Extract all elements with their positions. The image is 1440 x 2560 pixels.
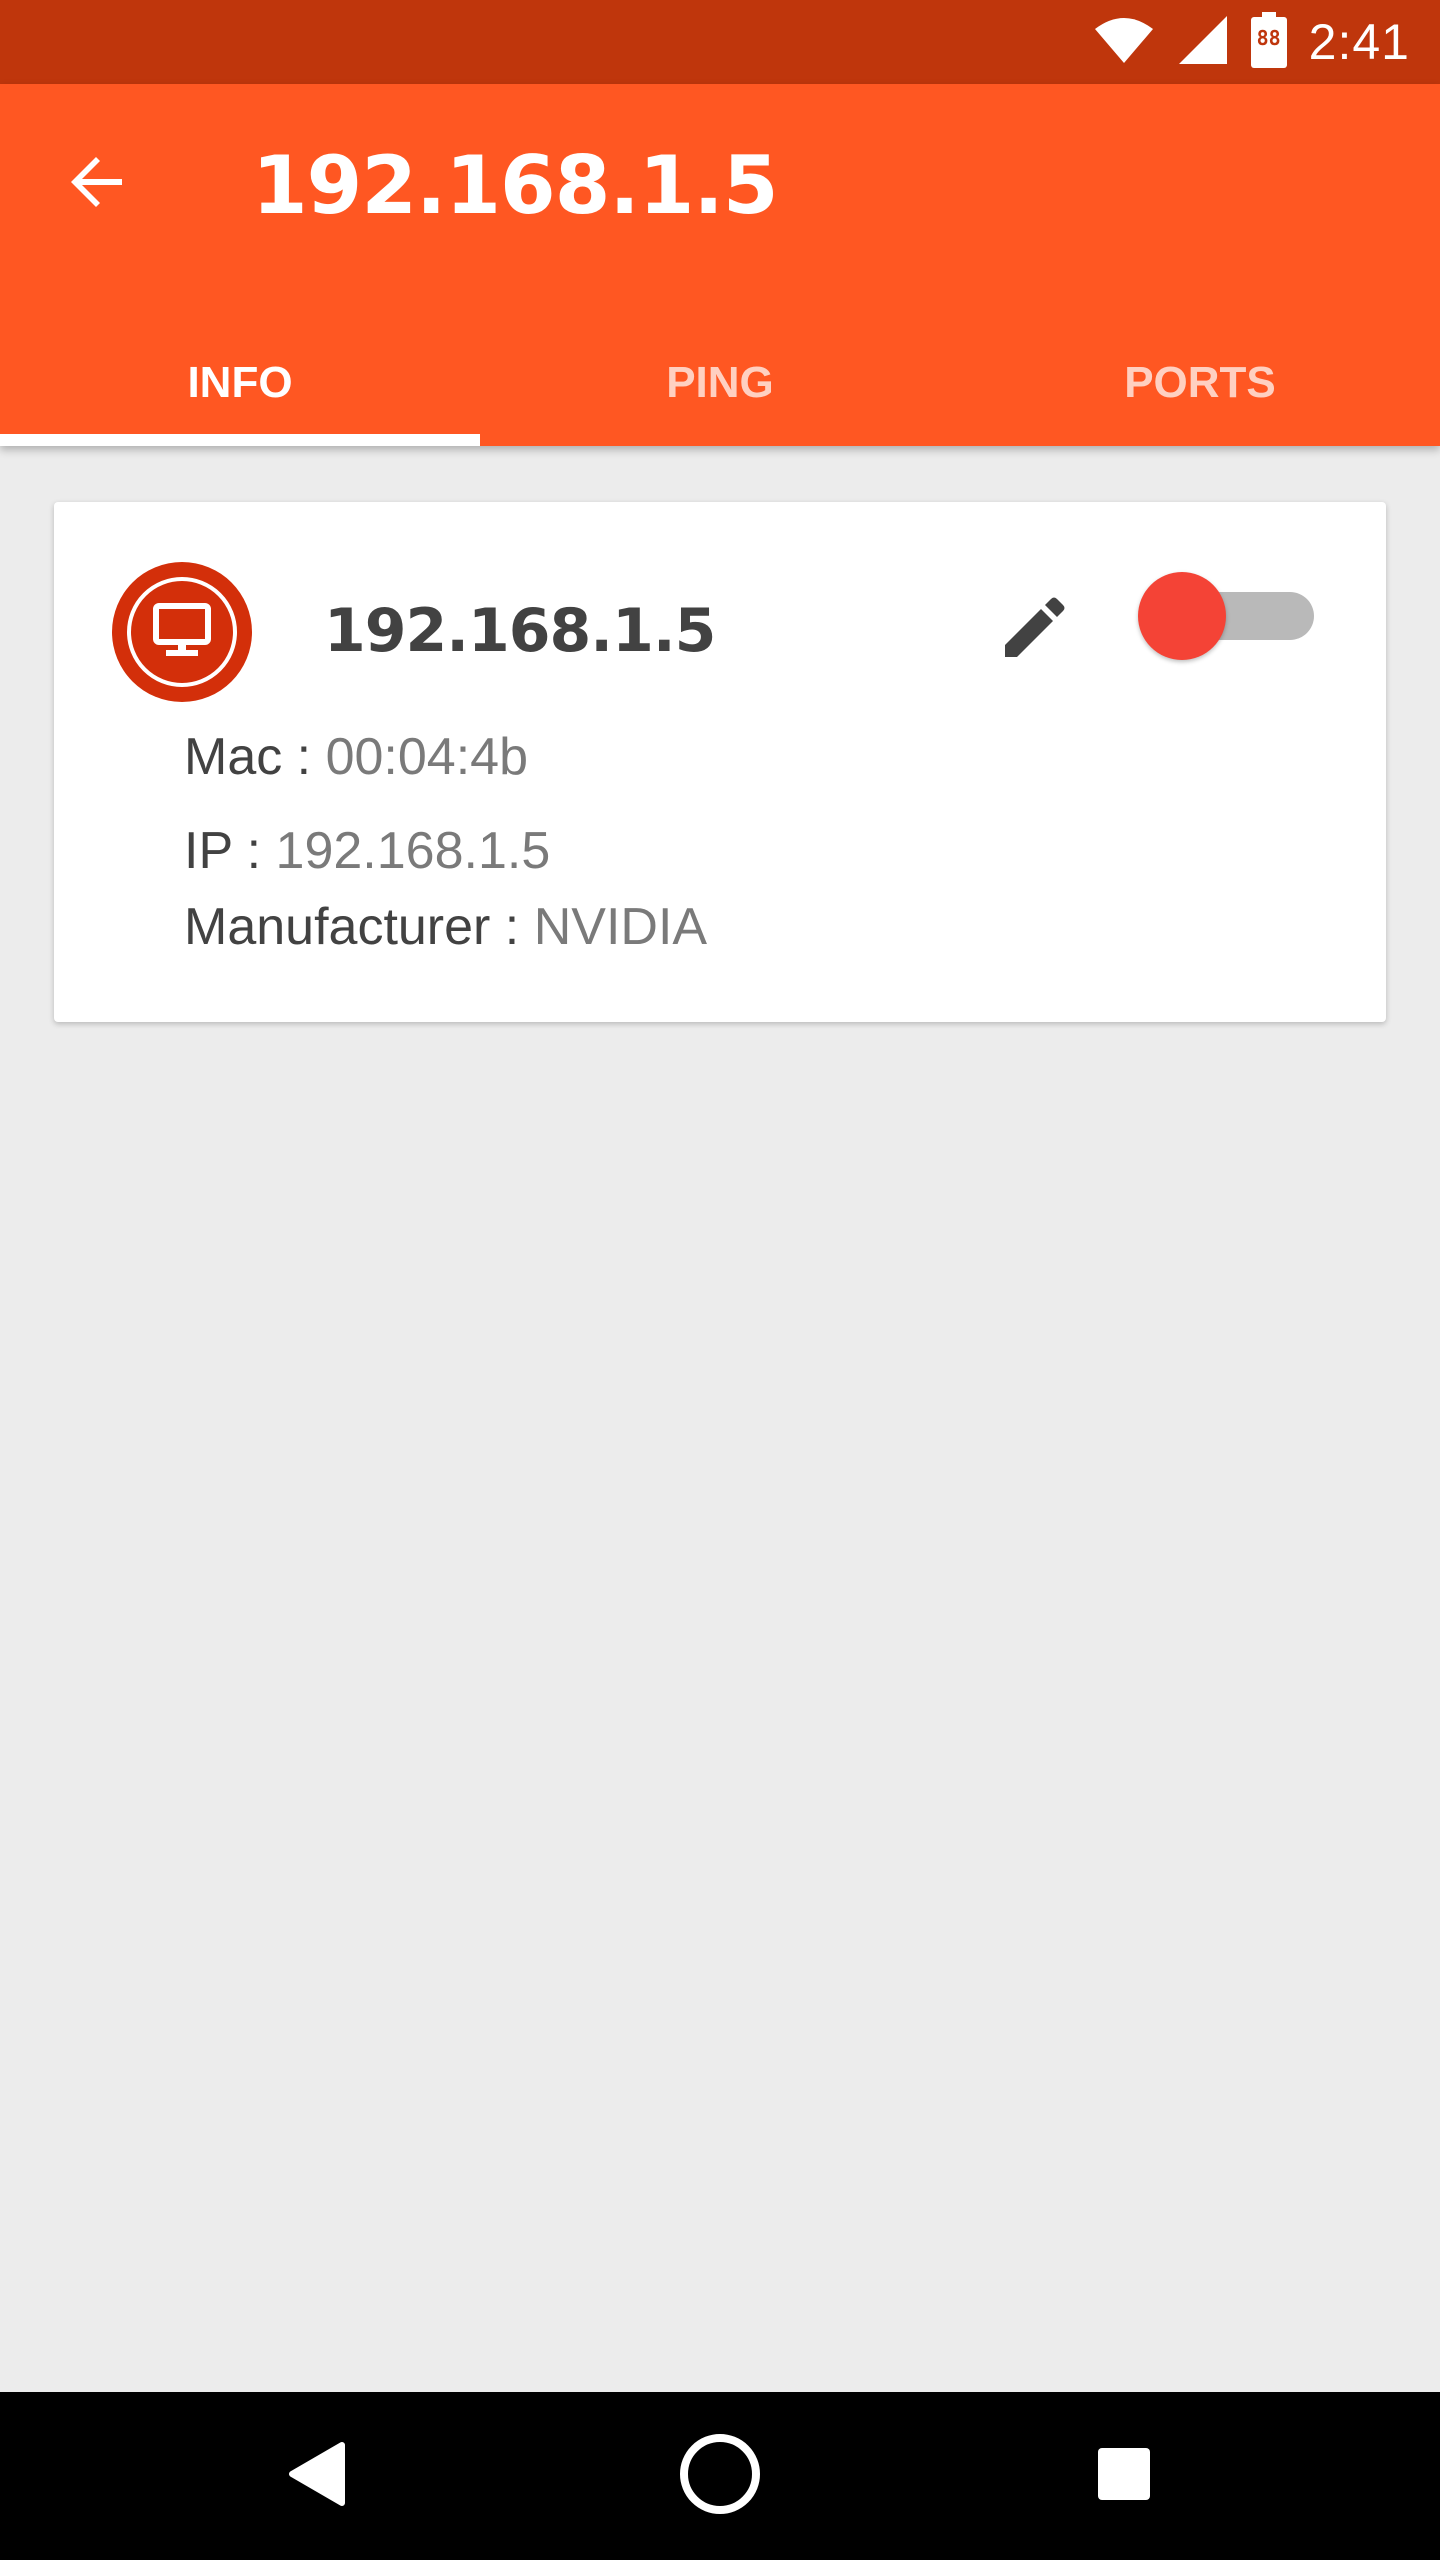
home-circle-icon xyxy=(678,2432,762,2521)
tab-info-label: INFO xyxy=(187,358,293,407)
edit-button[interactable] xyxy=(984,580,1084,680)
nav-home-button[interactable] xyxy=(660,2416,780,2536)
tab-bar: INFO PING PORTS xyxy=(0,330,1440,446)
page-title: 192.168.1.5 xyxy=(252,139,778,232)
ip-label: IP : xyxy=(184,822,276,880)
avatar-ring xyxy=(127,577,237,687)
battery-icon: 88 xyxy=(1250,11,1287,73)
back-triangle-icon xyxy=(286,2441,346,2512)
tab-indicator xyxy=(0,434,480,446)
monitor-icon xyxy=(152,602,212,663)
tab-ports-label: PORTS xyxy=(1124,358,1276,407)
toggle-thumb xyxy=(1138,572,1226,660)
arrow-back-icon xyxy=(66,150,130,219)
tab-ping[interactable]: PING xyxy=(480,330,960,446)
mac-label: Mac : xyxy=(184,728,326,786)
mac-value: 00:04:4b xyxy=(325,728,528,786)
manufacturer-value: NVIDIA xyxy=(533,898,708,956)
tab-ports[interactable]: PORTS xyxy=(960,330,1440,446)
nav-back-button[interactable] xyxy=(256,2416,376,2536)
manufacturer-row: Manufacturer : NVIDIA xyxy=(184,892,707,962)
battery-level-text: 88 xyxy=(1256,25,1281,50)
pencil-icon xyxy=(999,593,1069,668)
device-card: 192.168.1.5 Mac : 00:04:4b IP : 192.168.… xyxy=(54,502,1386,1022)
cell-signal-icon xyxy=(1177,14,1229,71)
nav-recents-button[interactable] xyxy=(1064,2416,1184,2536)
app-bar: 192.168.1.5 INFO PING PORTS xyxy=(0,84,1440,446)
wifi-icon xyxy=(1093,15,1155,70)
tab-info[interactable]: INFO xyxy=(0,330,480,446)
status-time: 2:41 xyxy=(1308,14,1410,70)
device-title: 192.168.1.5 xyxy=(324,596,716,666)
ip-value: 192.168.1.5 xyxy=(275,822,551,880)
device-toggle-switch[interactable] xyxy=(1124,566,1324,666)
back-button[interactable] xyxy=(50,136,146,232)
status-bar: 88 2:41 xyxy=(0,0,1440,84)
recents-square-icon xyxy=(1096,2446,1152,2507)
tab-ping-label: PING xyxy=(666,358,774,407)
manufacturer-label: Manufacturer : xyxy=(184,898,534,956)
ip-row: IP : 192.168.1.5 xyxy=(184,816,550,886)
system-nav-bar xyxy=(0,2392,1440,2560)
device-avatar xyxy=(112,562,252,702)
status-icons: 88 2:41 xyxy=(1093,0,1410,84)
mac-row: Mac : 00:04:4b xyxy=(184,722,528,792)
